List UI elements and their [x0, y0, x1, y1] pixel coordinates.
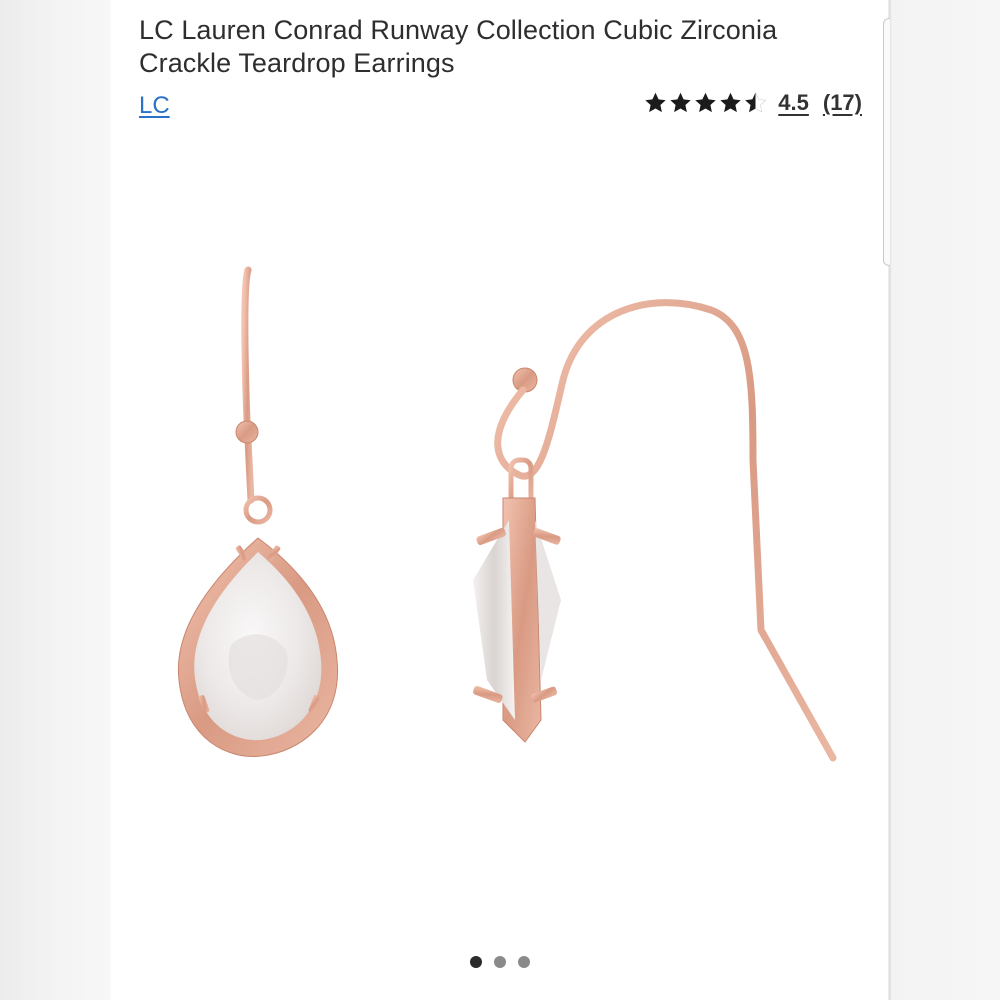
star-full-icon — [645, 92, 666, 113]
star-rating — [643, 91, 768, 115]
star-full-icon — [720, 92, 741, 113]
earring-front — [177, 266, 339, 757]
product-image[interactable] — [111, 160, 888, 940]
rating-value[interactable]: 4.5 — [778, 90, 809, 116]
screen: LC Lauren Conrad Runway Collection Cubic… — [0, 0, 1000, 1000]
star-full-icon — [695, 92, 716, 113]
image-carousel-indicator — [111, 956, 888, 968]
star-full-icon — [670, 92, 691, 113]
rating-summary[interactable]: 4.5 (17) — [643, 90, 862, 116]
side-panel-edge — [883, 18, 890, 266]
product-page: LC Lauren Conrad Runway Collection Cubic… — [111, 0, 888, 1000]
carousel-dot[interactable] — [517, 956, 530, 968]
star-half-icon — [744, 92, 767, 113]
product-title: LC Lauren Conrad Runway Collection Cubic… — [139, 15, 778, 78]
brand-link[interactable]: LC — [139, 92, 170, 120]
review-count[interactable]: (17) — [823, 90, 862, 116]
earring-side — [473, 299, 837, 762]
carousel-dot[interactable] — [493, 956, 506, 968]
carousel-dot-active[interactable] — [469, 956, 482, 968]
